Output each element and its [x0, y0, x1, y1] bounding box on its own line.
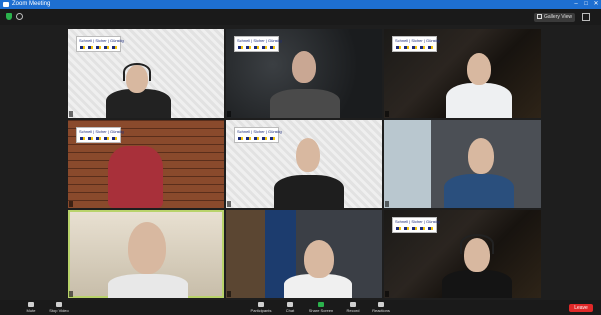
window-title: Zoom Meeting — [12, 1, 51, 7]
chat-icon — [287, 302, 293, 307]
participant-name — [69, 291, 73, 297]
video-tile[interactable]: Schnell | Sicher | Günstig — [68, 29, 224, 118]
participant-name — [385, 201, 389, 207]
participant-name — [227, 111, 231, 117]
video-tile[interactable]: Schnell | Sicher | Günstig — [68, 120, 224, 208]
meeting-topbar: Gallery View — [0, 9, 601, 25]
close-button[interactable]: ✕ — [591, 0, 601, 9]
participant-name — [69, 201, 73, 207]
company-banner: Schnell | Sicher | Günstig — [234, 36, 282, 52]
company-banner: Schnell | Sicher | Günstig — [76, 127, 124, 143]
share-screen-icon — [318, 302, 324, 307]
company-banner: Schnell | Sicher | Günstig — [76, 36, 124, 52]
company-banner: Schnell | Sicher | Günstig — [392, 217, 440, 233]
video-tile[interactable] — [226, 210, 382, 298]
participants-icon — [258, 302, 264, 307]
company-banner: Schnell | Sicher | Günstig — [392, 36, 440, 52]
share-screen-button[interactable]: Share Screen — [304, 302, 338, 313]
minimize-button[interactable]: – — [571, 0, 581, 9]
meeting-toolbar: Mute Stop Video Participants Chat Share … — [0, 300, 601, 315]
participants-button[interactable]: Participants — [246, 302, 276, 313]
reactions-button[interactable]: Reactions — [368, 302, 394, 313]
video-tile[interactable] — [384, 120, 541, 208]
zoom-app-icon — [3, 2, 9, 7]
company-banner: Schnell | Sicher | Günstig — [234, 127, 282, 143]
meeting-info-icon[interactable] — [16, 13, 23, 20]
reactions-icon — [378, 302, 384, 307]
window-titlebar: Zoom Meeting – □ ✕ — [0, 0, 601, 9]
video-tile[interactable]: Schnell | Sicher | Günstig — [384, 210, 541, 298]
headset-icon — [460, 234, 494, 254]
security-shield-icon[interactable] — [6, 13, 12, 20]
mute-button[interactable]: Mute — [20, 302, 42, 313]
video-camera-icon — [56, 302, 62, 307]
participant-name — [69, 111, 73, 117]
record-icon — [350, 302, 356, 307]
gallery-view-label: Gallery View — [544, 14, 572, 20]
video-tile[interactable]: Schnell | Sicher | Günstig — [384, 29, 541, 118]
gallery-view-button[interactable]: Gallery View — [534, 13, 575, 22]
grid-icon — [537, 14, 543, 20]
video-tile-active-speaker[interactable] — [68, 210, 224, 298]
video-tile[interactable]: Schnell | Sicher | Günstig — [226, 29, 382, 118]
chat-button[interactable]: Chat — [280, 302, 300, 313]
headset-icon — [123, 63, 151, 81]
leave-meeting-button[interactable]: Leave — [569, 304, 593, 312]
maximize-button[interactable]: □ — [581, 0, 591, 9]
participant-name — [227, 291, 231, 297]
stop-video-button[interactable]: Stop Video — [46, 302, 72, 313]
participant-name — [385, 111, 389, 117]
video-tile[interactable]: Schnell | Sicher | Günstig — [226, 120, 382, 208]
microphone-icon — [28, 302, 34, 307]
empty-chair — [108, 146, 163, 208]
fullscreen-icon[interactable] — [582, 13, 590, 21]
participant-name — [227, 201, 231, 207]
record-button[interactable]: Record — [342, 302, 364, 313]
participant-name — [385, 291, 389, 297]
